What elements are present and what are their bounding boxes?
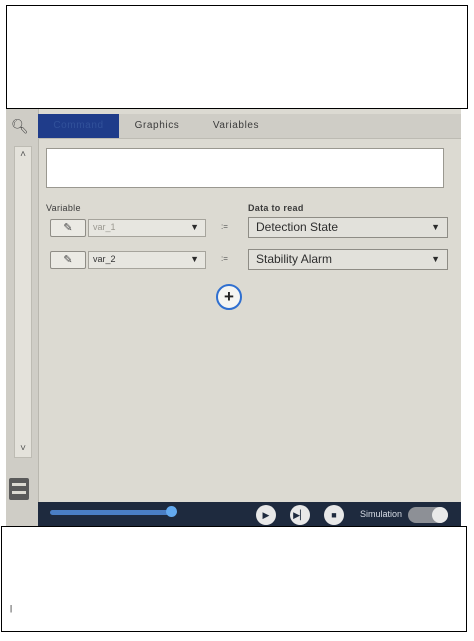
simulation-bar: ▶ ▶▏ ■ Simulation	[38, 502, 461, 528]
caret-down-icon: ▼	[190, 222, 199, 232]
simulation-label: Simulation	[360, 509, 403, 519]
add-variable-button[interactable]: +	[216, 284, 242, 310]
assign-operator: :=	[221, 254, 228, 263]
stray-mark: |	[10, 604, 13, 613]
play-icon[interactable]: ▶	[256, 505, 276, 525]
variable-row: ✎ var_2 ▼ := Stability Alarm ▼	[46, 249, 448, 271]
skip-icon[interactable]: ▶▏	[290, 505, 310, 525]
chevron-down-icon[interactable]: ˅	[15, 441, 31, 457]
speed-slider[interactable]	[50, 510, 174, 515]
data-value: Stability Alarm	[256, 252, 333, 266]
left-rail: 🔍︎ ˄ ˅	[6, 104, 39, 528]
data-select[interactable]: Stability Alarm ▼	[248, 249, 448, 270]
variable-select[interactable]: var_2 ▼	[88, 251, 206, 269]
tab-command[interactable]: Command	[38, 114, 119, 138]
tab-variables[interactable]: Variables	[198, 114, 274, 138]
assign-operator: :=	[221, 222, 228, 231]
rail-scrollbar[interactable]: ˄ ˅	[14, 146, 32, 458]
simulation-toggle[interactable]	[408, 507, 448, 523]
chevron-up-icon[interactable]: ˄	[15, 147, 31, 163]
data-column-label: Data to read	[248, 203, 304, 213]
menu-icon[interactable]	[9, 478, 29, 500]
data-select[interactable]: Detection State ▼	[248, 217, 448, 238]
redaction-box-top	[6, 5, 468, 109]
variable-column-label: Variable	[46, 203, 81, 213]
toggle-knob	[432, 507, 448, 523]
stop-icon[interactable]: ■	[324, 505, 344, 525]
pencil-icon[interactable]: ✎	[50, 251, 86, 269]
tab-graphics[interactable]: Graphics	[122, 114, 192, 138]
caret-down-icon: ▼	[431, 222, 440, 232]
redaction-box-bottom: |	[1, 526, 467, 632]
variable-value: var_1	[93, 222, 116, 232]
pencil-icon[interactable]: ✎	[50, 219, 86, 237]
caret-down-icon: ▼	[190, 254, 199, 264]
tab-bar: Command Graphics Variables	[38, 114, 461, 139]
variable-row: ✎ var_1 ▼ := Detection State ▼	[46, 217, 448, 239]
app-window: 🔍︎ ˄ ˅ Command Graphics Variables Variab…	[6, 104, 461, 528]
command-name-input[interactable]	[46, 148, 444, 188]
variable-select[interactable]: var_1 ▼	[88, 219, 206, 237]
caret-down-icon: ▼	[431, 254, 440, 264]
variable-value: var_2	[93, 254, 116, 264]
search-icon[interactable]: 🔍︎	[11, 118, 29, 135]
slider-handle[interactable]	[166, 506, 177, 517]
data-value: Detection State	[256, 220, 339, 234]
